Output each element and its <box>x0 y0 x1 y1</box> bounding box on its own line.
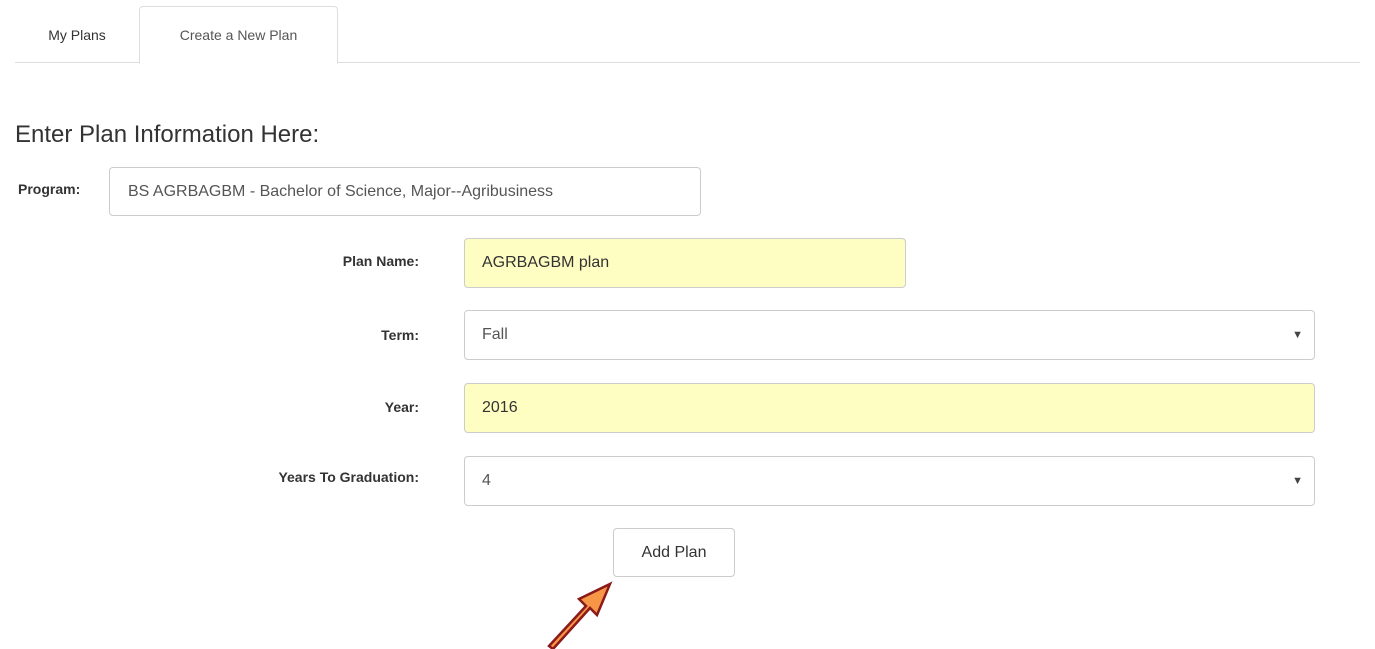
chevron-down-icon: ▼ <box>1292 329 1303 341</box>
add-plan-button[interactable]: Add Plan <box>613 528 735 577</box>
program-display: BS AGRBAGBM - Bachelor of Science, Major… <box>109 167 701 216</box>
years-to-graduation-select[interactable]: 4 ▼ <box>464 456 1315 506</box>
tab-my-plans[interactable]: My Plans <box>15 6 139 63</box>
tab-bar: My Plans Create a New Plan <box>15 6 1360 64</box>
page-title: Enter Plan Information Here: <box>15 121 320 148</box>
term-select[interactable]: Fall ▼ <box>464 310 1315 360</box>
chevron-down-icon: ▼ <box>1292 475 1303 487</box>
year-label: Year: <box>384 399 419 415</box>
year-input[interactable]: 2016 <box>464 383 1315 433</box>
years-to-graduation-label: Years To Graduation: <box>278 469 419 485</box>
program-label: Program: <box>18 181 81 197</box>
create-plan-page: My Plans Create a New Plan Enter Plan In… <box>0 0 1375 649</box>
term-label: Term: <box>381 327 419 343</box>
plan-name-input[interactable]: AGRBAGBM plan <box>464 238 906 288</box>
tab-create-new-plan[interactable]: Create a New Plan <box>139 6 338 64</box>
plan-name-label: Plan Name: <box>342 253 419 269</box>
arrow-icon <box>547 581 613 649</box>
year-value: 2016 <box>482 399 518 416</box>
years-to-graduation-selected-value: 4 <box>482 472 491 489</box>
term-selected-value: Fall <box>482 326 508 343</box>
plan-name-value: AGRBAGBM plan <box>482 254 610 271</box>
